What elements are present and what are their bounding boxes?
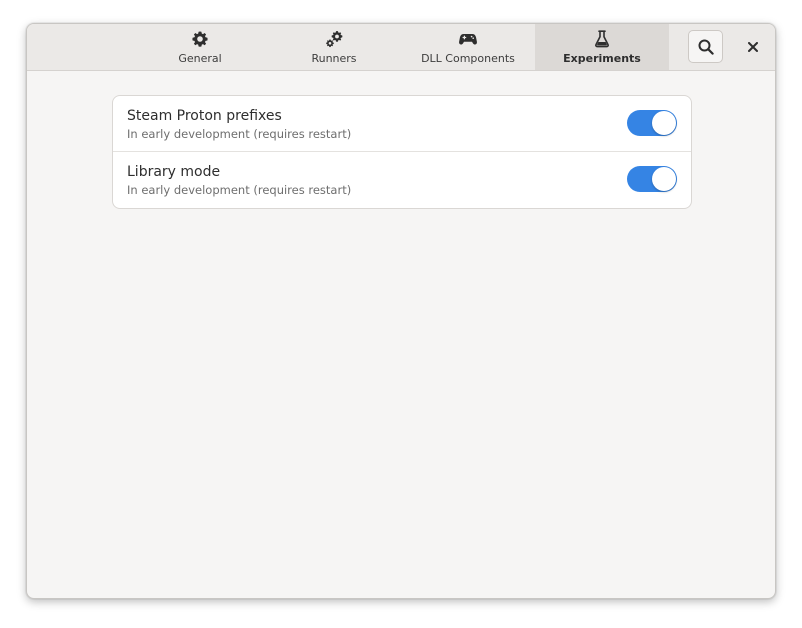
headerbar: General Runners DLL Components Experimen… (27, 24, 775, 71)
search-button[interactable] (688, 30, 723, 63)
steam-proton-prefixes-switch[interactable] (627, 110, 677, 136)
row-subtitle: In early development (requires restart) (127, 127, 352, 141)
experiments-list: Steam Proton prefixes In early developme… (112, 95, 692, 209)
library-mode-switch[interactable] (627, 166, 677, 192)
view-switcher: General Runners DLL Components Experimen… (133, 24, 669, 70)
preferences-window: General Runners DLL Components Experimen… (26, 23, 776, 599)
flask-icon (593, 30, 611, 48)
row-title: Library mode (127, 164, 221, 180)
gears-icon (325, 30, 343, 48)
list-item-steam-proton-prefixes: Steam Proton prefixes In early developme… (113, 96, 691, 152)
switch-knob (652, 111, 676, 135)
experiments-page: Steam Proton prefixes In early developme… (27, 71, 775, 598)
tab-dll-components[interactable]: DLL Components (401, 24, 535, 70)
tab-experiments[interactable]: Experiments (535, 24, 669, 70)
tab-runners[interactable]: Runners (267, 24, 401, 70)
row-subtitle: In early development (requires restart) (127, 183, 352, 197)
close-button[interactable] (740, 34, 766, 60)
row-title: Steam Proton prefixes (127, 108, 282, 124)
list-item-library-mode: Library mode In early development (requi… (113, 152, 691, 208)
tab-general[interactable]: General (133, 24, 267, 70)
switch-knob (652, 167, 676, 191)
tab-experiments-label: Experiments (563, 52, 641, 65)
tab-dll-components-label: DLL Components (421, 52, 515, 65)
close-icon (748, 42, 758, 52)
tab-general-label: General (178, 52, 222, 65)
gear-icon (191, 30, 209, 48)
search-icon (698, 39, 714, 55)
tab-runners-label: Runners (311, 52, 357, 65)
gamepad-icon (459, 30, 477, 48)
